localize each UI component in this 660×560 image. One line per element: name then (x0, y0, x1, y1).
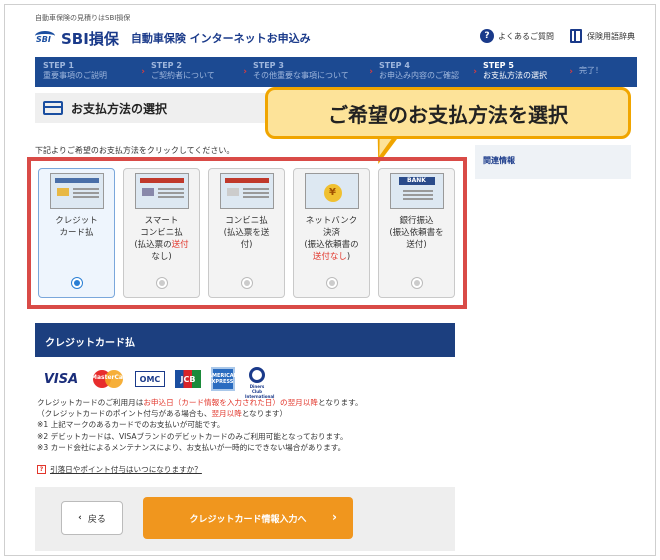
bank-icon: BANK (389, 173, 444, 209)
jcb-logo: JCB (175, 370, 201, 388)
step-2: STEP 2 ご契約者について › (151, 61, 247, 80)
radio-credit-card[interactable] (71, 277, 83, 289)
related-info-heading: 関連情報 (483, 156, 515, 165)
convenience-store-icon (134, 173, 189, 209)
header-links: ? よくあるご質問 保険用語辞典 (480, 29, 635, 43)
mastercard-logo: MasterCard (91, 368, 130, 390)
method-convenience[interactable]: コンビニ払 (払込票を送 付) (208, 168, 285, 298)
instruction-text: 下記よりご希望のお支払方法をクリックしてください。 (35, 146, 235, 155)
sbi-logo-icon[interactable]: SBI (35, 29, 57, 47)
chevron-right-icon: › (332, 510, 337, 524)
credit-card-notes: クレジットカードのご利用月はお申込日（カード情報を入力された日）の翌月以降となり… (37, 398, 363, 452)
back-button[interactable]: ‹ 戻る (61, 501, 123, 535)
step-progress-bar: STEP 1 重要事項のご説明 › STEP 2 ご契約者について › STEP 3 その… (35, 57, 637, 87)
card-brand-logos: VISA MasterCard OMC JCB AMERICAN EXPRESS… (41, 367, 279, 399)
radio-bank-transfer[interactable] (411, 277, 423, 289)
method-credit-card[interactable]: クレジット カード払 (38, 168, 115, 298)
method-bank-transfer[interactable]: BANK 銀行振込 (振込依頼書を 送付) (378, 168, 455, 298)
top-note: 自動車保険の見積りはSBI損保 (35, 14, 131, 22)
radio-smart-convenience[interactable] (156, 277, 168, 289)
book-icon[interactable] (570, 29, 582, 43)
visa-logo: VISA (43, 371, 79, 387)
step-1: STEP 1 重要事項のご説明 › (43, 61, 145, 80)
next-credit-card-button[interactable]: クレジットカード情報入力へ › (143, 497, 353, 539)
credit-card-icon (43, 101, 63, 115)
help-icon[interactable]: ? (480, 29, 494, 43)
faq-question-link[interactable]: ? 引落日やポイント付与はいつになりますか？ (37, 464, 202, 475)
related-info-box: 関連情報 (475, 145, 631, 179)
omc-logo: OMC (135, 371, 165, 387)
yen-laptop-icon: ¥ (304, 173, 359, 209)
step-4: STEP 4 お申込み内容のご確認 › (379, 61, 477, 80)
question-icon: ? (37, 465, 46, 474)
amex-logo: AMERICAN EXPRESS (208, 367, 238, 391)
step-3: STEP 3 その他重要な事項について › (253, 61, 373, 80)
brand-name[interactable]: SBI損保 (61, 28, 119, 49)
site-header: SBI SBI損保 自動車保険 インターネットお申込み ? よくあるご質問 保険… (35, 25, 635, 51)
glossary-link[interactable]: 保険用語辞典 (587, 31, 635, 42)
callout-annotation: ご希望のお支払方法を選択 (265, 87, 631, 139)
action-footer: ‹ 戻る クレジットカード情報入力へ › (35, 487, 455, 551)
radio-net-bank[interactable] (326, 277, 338, 289)
method-net-bank[interactable]: ¥ ネットバンク 決済 (振込依頼書の 送付なし) (293, 168, 370, 298)
page-title: お支払方法の選択 (71, 101, 168, 116)
radio-convenience[interactable] (241, 277, 253, 289)
step-complete: 完了！ (579, 66, 603, 75)
diners-logo: Diners Club International (245, 367, 274, 399)
header-subtitle: 自動車保険 インターネットお申込み (130, 32, 311, 45)
method-smart-convenience[interactable]: スマート コンビニ払 (払込票の送付 なし) (123, 168, 200, 298)
faq-link[interactable]: よくあるご質問 (498, 31, 554, 42)
credit-card-icon (49, 173, 104, 209)
payment-slip-icon (219, 173, 274, 209)
chevron-left-icon: ‹ (78, 513, 82, 523)
step-5-active: STEP 5 お支払方法の選択 › (483, 61, 573, 80)
payment-methods-highlight: クレジット カード払 スマート コンビニ払 (払込票の送付 なし) コンビニ払 … (27, 157, 467, 309)
credit-card-section-heading: クレジットカード払 (35, 323, 455, 357)
page-frame: 自動車保険の見積りはSBI損保 SBI SBI損保 自動車保険 インターネットお… (4, 4, 656, 556)
